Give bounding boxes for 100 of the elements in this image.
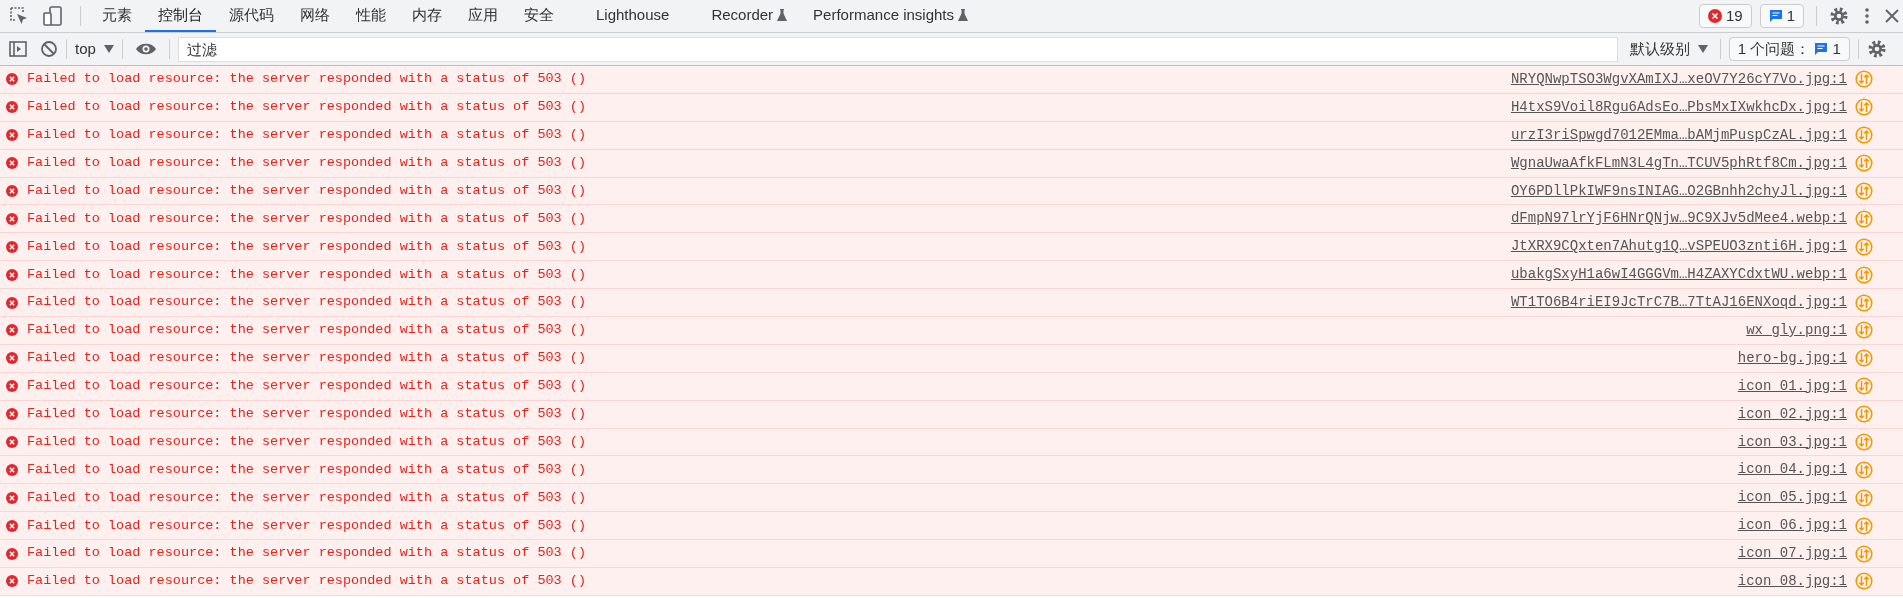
panel-tab[interactable]: 源代码: [216, 0, 287, 32]
filter-field[interactable]: 过滤: [177, 36, 1618, 62]
network-request-icon[interactable]: [1855, 70, 1873, 89]
close-icon[interactable]: [1885, 9, 1899, 23]
error-message: Failed to load resource: the server responded with a status of 503 (): [27, 432, 586, 451]
settings-icon[interactable]: [1829, 6, 1849, 26]
network-request-icon[interactable]: [1855, 544, 1873, 563]
network-request-icon[interactable]: [1855, 265, 1873, 284]
error-message: Failed to load resource: the server responded with a status of 503 (): [27, 181, 586, 200]
panel-tab[interactable]: 应用: [455, 0, 511, 32]
error-message: Failed to load resource: the server responded with a status of 503 (): [27, 154, 586, 172]
source-link[interactable]: JtXRX9CQxten7Ahutg1Q…vSPEUO3znti6H.jpg:1: [1510, 236, 1847, 258]
source-link[interactable]: WgnaUwaAfkFLmN3L4gTn…TCUV5phRtf8Cm.jpg:1: [1510, 152, 1847, 174]
error-icon: [1707, 9, 1722, 23]
network-request-icon[interactable]: [1855, 209, 1873, 228]
panel-tab[interactable]: 元素: [89, 0, 145, 32]
source-link[interactable]: icon_04.jpg:1: [1737, 459, 1847, 481]
error-icon: [6, 547, 18, 560]
network-request-icon[interactable]: [1855, 488, 1873, 507]
network-request-icon[interactable]: [1855, 237, 1873, 256]
error-message: Failed to load resource: the server responded with a status of 503 (): [27, 321, 586, 340]
error-icon: [6, 101, 18, 114]
message-icon: [1814, 42, 1829, 56]
context-dropdown[interactable]: top: [67, 33, 122, 65]
panel-tab[interactable]: Performance insights: [800, 0, 981, 32]
error-icon: [6, 575, 18, 588]
source-link[interactable]: OY6PDllPkIWF9nsINIAG…O2GBnhh2chyJl.jpg:1: [1510, 180, 1847, 202]
panel-tab[interactable]: Lighthouse: [583, 0, 683, 32]
error-message: Failed to load resource: the server responded with a status of 503 (): [27, 572, 586, 591]
error-message: Failed to load resource: the server responded with a status of 503 (): [27, 265, 586, 284]
network-request-icon[interactable]: [1855, 293, 1873, 312]
network-request-icon[interactable]: [1855, 516, 1873, 535]
source-link[interactable]: urzI3riSpwgd7012EMma…bAMjmPuspCzAL.jpg:1: [1510, 124, 1847, 146]
network-request-icon[interactable]: [1855, 377, 1873, 396]
network-request-icon[interactable]: [1855, 182, 1873, 200]
error-message: Failed to load resource: the server responded with a status of 503 (): [27, 544, 586, 563]
error-icon: [6, 380, 18, 393]
network-request-icon[interactable]: [1855, 126, 1873, 145]
network-request-icon[interactable]: [1855, 572, 1873, 591]
source-link[interactable]: icon_02.jpg:1: [1737, 403, 1847, 425]
network-request-icon[interactable]: [1855, 98, 1873, 117]
error-icon: [6, 436, 18, 448]
error-message: Failed to load resource: the server responded with a status of 503 (): [27, 516, 586, 535]
source-link[interactable]: icon_03.jpg:1: [1737, 431, 1847, 453]
source-link[interactable]: icon_08.jpg:1: [1737, 570, 1847, 592]
error-icon: [6, 212, 18, 225]
error-message: Failed to load resource: the server responded with a status of 503 (): [27, 126, 586, 145]
issues-button[interactable]: 1 个问题： 1: [1728, 37, 1850, 61]
error-message: Failed to load resource: the server responded with a status of 503 (): [27, 488, 586, 507]
error-icon: [6, 324, 18, 337]
source-link[interactable]: ubakgSxyH1a6wI4GGGVm…H4ZAXYCdxtWU.webp:1: [1510, 264, 1847, 286]
error-message: Failed to load resource: the server responded with a status of 503 (): [27, 460, 586, 479]
error-counter[interactable]: 19: [1698, 4, 1752, 28]
error-icon: [6, 185, 18, 197]
network-request-icon[interactable]: [1855, 349, 1873, 368]
device-icon[interactable]: [42, 5, 64, 27]
issue-counter[interactable]: 1: [1759, 4, 1804, 28]
source-link[interactable]: icon_06.jpg:1: [1737, 515, 1847, 537]
log-level-dropdown[interactable]: 默认级别: [1617, 33, 1720, 65]
error-message: Failed to load resource: the server responded with a status of 503 (): [27, 98, 586, 117]
source-link[interactable]: dFmpN97lrYjF6HNrQNjw…9C9XJv5dMee4.webp:1: [1510, 208, 1847, 230]
error-icon: [6, 157, 18, 170]
error-icon: [6, 268, 18, 281]
error-message: Failed to load resource: the server responded with a status of 503 (): [27, 209, 586, 228]
panel-tab[interactable]: 网络: [287, 0, 343, 32]
source-link[interactable]: icon_07.jpg:1: [1737, 543, 1847, 565]
clear-icon[interactable]: [40, 40, 58, 58]
source-link[interactable]: H4txS9Voil8Rgu6AdsEo…PbsMxIXwkhcDx.jpg:1: [1510, 96, 1847, 118]
error-icon: [6, 463, 18, 476]
panel-tab[interactable]: 内存: [399, 0, 455, 32]
network-request-icon[interactable]: [1855, 405, 1873, 424]
error-message: Failed to load resource: the server responded with a status of 503 (): [27, 293, 586, 312]
error-icon: [6, 296, 18, 309]
error-icon: [6, 129, 18, 142]
error-message: Failed to load resource: the server responded with a status of 503 (): [27, 405, 586, 423]
error-message: Failed to load resource: the server responded with a status of 503 (): [27, 70, 586, 89]
settings-icon[interactable]: [1866, 39, 1887, 59]
error-message: Failed to load resource: the server responded with a status of 503 (): [27, 237, 586, 256]
source-link[interactable]: hero-bg.jpg:1: [1737, 347, 1847, 369]
error-icon: [6, 408, 18, 421]
source-link[interactable]: WT1TO6B4riEI9JcTrC7B…7TtAJ16ENXoqd.jpg:1: [1510, 292, 1847, 314]
panel-tab[interactable]: Recorder: [698, 0, 801, 32]
error-icon: [6, 491, 18, 504]
error-message: Failed to load resource: the server responded with a status of 503 (): [27, 349, 586, 368]
source-link[interactable]: NRYQNwpTSO3WgvXAmIXJ…xeOV7Y26cY7Vo.jpg:1: [1510, 68, 1847, 90]
panel-tab[interactable]: 安全: [511, 0, 567, 32]
sidebar-toggle-icon[interactable]: [8, 39, 28, 59]
network-request-icon[interactable]: [1855, 154, 1873, 173]
error-message: Failed to load resource: the server responded with a status of 503 (): [27, 377, 586, 396]
source-link[interactable]: wx_gly.png:1: [1746, 319, 1847, 341]
source-link[interactable]: icon_01.jpg:1: [1737, 375, 1847, 397]
panel-tab[interactable]: 性能: [343, 0, 399, 32]
error-icon: [6, 519, 18, 532]
network-request-icon[interactable]: [1855, 433, 1873, 451]
eye-icon[interactable]: [134, 42, 157, 56]
network-request-icon[interactable]: [1855, 321, 1873, 340]
source-link[interactable]: icon_05.jpg:1: [1737, 487, 1847, 509]
caret-icon: [103, 45, 114, 53]
network-request-icon[interactable]: [1855, 460, 1873, 479]
error-icon: [6, 240, 18, 253]
